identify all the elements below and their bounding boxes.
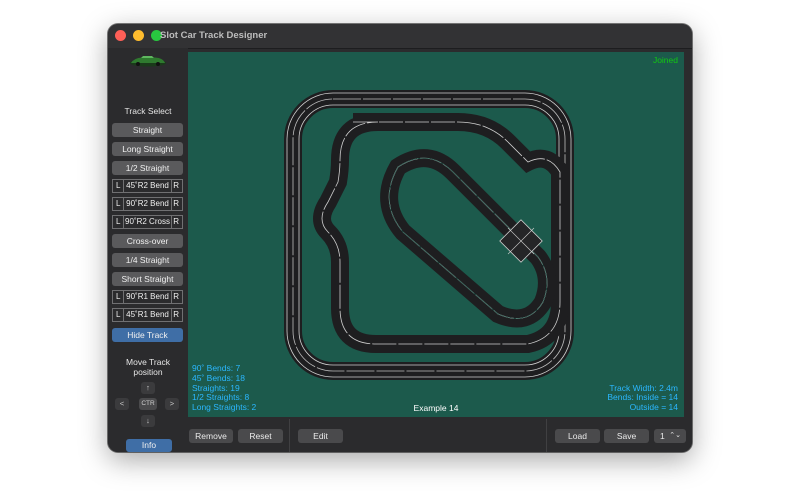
crossover-button[interactable]: Cross-over: [112, 234, 183, 248]
center-track-button[interactable]: CTR: [139, 398, 157, 410]
window-title: Slot Car Track Designer: [160, 30, 268, 41]
save-button[interactable]: Save: [604, 429, 649, 443]
close-window-button[interactable]: [115, 30, 126, 41]
bend-90-r2-selector: L 90˚R2 Bend R: [112, 197, 183, 211]
info-button[interactable]: Info: [126, 439, 172, 452]
bend-90-r1-selector: L 90˚R1 Bend R: [112, 290, 183, 304]
sidebar: Track Select Straight Long Straight 1/2 …: [108, 48, 188, 452]
bend-45-r2-button[interactable]: 45˚R2 Bend: [123, 180, 172, 192]
straight-button[interactable]: Straight: [112, 123, 183, 137]
bend-45-r1-left-button[interactable]: L: [116, 309, 120, 321]
bend-90-r2-button[interactable]: 90˚R2 Bend: [123, 198, 172, 210]
toolbar-divider: [289, 419, 290, 452]
stat-bends-outside: Outside = 14: [629, 402, 678, 413]
save-slot-select[interactable]: 1 ⌃⌄: [654, 429, 686, 443]
quarter-straight-button[interactable]: 1/4 Straight: [112, 253, 183, 267]
track-canvas[interactable]: Joined 90˚ Bends: 7 45˚ Bends: 18 Straig…: [188, 52, 684, 417]
bend-45-r1-selector: L 45˚R1 Bend R: [112, 308, 183, 322]
app-window: Slot Car Track Designer Track Select Str…: [108, 24, 692, 452]
bend-45-r2-left-button[interactable]: L: [116, 180, 120, 192]
bend-90-r1-left-button[interactable]: L: [116, 291, 120, 303]
track-stats: Track Width: 2.4m Bends: Inside = 14 Out…: [607, 383, 678, 413]
bottom-toolbar: Remove Reset Edit Load Save 1 ⌃⌄: [188, 417, 692, 452]
move-right-button[interactable]: >: [165, 398, 179, 410]
bend-90-r1-button[interactable]: 90˚R1 Bend: [123, 291, 172, 303]
title-bar: Slot Car Track Designer: [108, 24, 692, 49]
slot-car-icon: [130, 56, 166, 67]
cross-90-r2-button[interactable]: 90˚R2 Cross: [123, 216, 172, 228]
bend-90-r1-right-button[interactable]: R: [173, 291, 179, 303]
load-button[interactable]: Load: [555, 429, 600, 443]
move-left-button[interactable]: <: [115, 398, 129, 410]
move-up-button[interactable]: ↑: [141, 382, 155, 394]
half-straight-button[interactable]: 1/2 Straight: [112, 161, 183, 175]
bend-90-r2-left-button[interactable]: L: [116, 198, 120, 210]
edit-button[interactable]: Edit: [298, 429, 343, 443]
track-select-label: Track Select: [124, 106, 172, 116]
track-layout[interactable]: [188, 52, 684, 417]
bend-90-r2-right-button[interactable]: R: [173, 198, 179, 210]
bend-45-r2-right-button[interactable]: R: [173, 180, 179, 192]
move-down-button[interactable]: ↓: [141, 415, 155, 427]
short-straight-button[interactable]: Short Straight: [112, 272, 183, 286]
toolbar-divider: [546, 419, 547, 452]
reset-button[interactable]: Reset: [238, 429, 283, 443]
move-track-position-label: position: [133, 367, 163, 377]
bend-45-r1-right-button[interactable]: R: [173, 309, 179, 321]
move-track-label: Move Track: [126, 357, 170, 367]
remove-button[interactable]: Remove: [189, 429, 233, 443]
hide-track-button[interactable]: Hide Track: [112, 328, 183, 342]
chevron-up-down-icon: ⌃⌄: [669, 432, 681, 439]
minimize-window-button[interactable]: [133, 30, 144, 41]
bend-45-r1-button[interactable]: 45˚R1 Bend: [123, 309, 172, 321]
long-straight-button[interactable]: Long Straight: [112, 142, 183, 156]
cross-90-r2-right-button[interactable]: R: [173, 216, 179, 228]
bend-45-r2-selector: L 45˚R2 Bend R: [112, 179, 183, 193]
cross-90-r2-selector: L 90˚R2 Cross R: [112, 215, 183, 229]
save-slot-value: 1: [660, 431, 665, 441]
joined-status: Joined: [652, 55, 678, 65]
cross-90-r2-left-button[interactable]: L: [116, 216, 120, 228]
